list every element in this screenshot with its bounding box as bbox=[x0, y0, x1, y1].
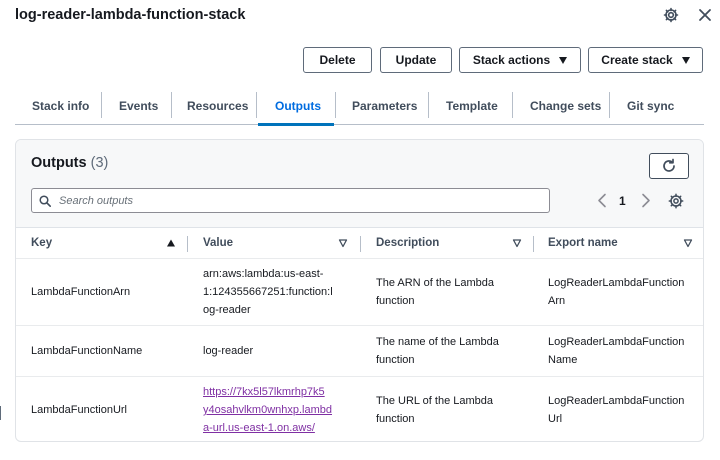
table-row: LambdaFunctionUrl https://7kx5l57lkmrhp7… bbox=[16, 376, 703, 441]
tab-resources[interactable]: Resources bbox=[187, 88, 248, 124]
close-icon[interactable] bbox=[696, 6, 714, 24]
tab-parameters[interactable]: Parameters bbox=[352, 88, 417, 124]
sort-icon[interactable] bbox=[512, 238, 522, 248]
active-tab-indicator bbox=[258, 123, 334, 126]
output-description: The name of the Lambda function bbox=[376, 336, 499, 366]
outputs-count: (3) bbox=[90, 155, 109, 171]
column-divider bbox=[187, 236, 188, 252]
delete-button-label: Delete bbox=[319, 53, 356, 67]
outputs-title: Outputs bbox=[31, 155, 87, 171]
sort-ascending-icon[interactable] bbox=[166, 238, 176, 248]
tab-events[interactable]: Events bbox=[119, 88, 158, 124]
page-title: log-reader-lambda-function-stack bbox=[15, 7, 246, 23]
update-button[interactable]: Update bbox=[380, 47, 452, 73]
table-row: LambdaFunctionName log-reader The name o… bbox=[16, 325, 703, 376]
column-header-description[interactable]: Description bbox=[376, 228, 439, 258]
output-key: LambdaFunctionName bbox=[31, 345, 143, 357]
delete-button[interactable]: Delete bbox=[303, 47, 372, 73]
create-stack-button[interactable]: Create stack bbox=[588, 47, 703, 73]
output-export-name: LogReaderLambdaFunction Name bbox=[548, 336, 685, 366]
tab-bar: Stack info Events Resources Outputs Para… bbox=[15, 88, 704, 126]
caret-down-icon bbox=[681, 56, 690, 64]
tab-divider bbox=[335, 92, 336, 118]
update-button-label: Update bbox=[395, 53, 437, 67]
stack-actions-button[interactable]: Stack actions bbox=[459, 47, 581, 73]
tab-change-sets[interactable]: Change sets bbox=[530, 88, 601, 124]
tab-stack-info[interactable]: Stack info bbox=[32, 88, 89, 124]
function-url-link[interactable]: https://7kx5l57lkmrhp7k5 y4osahvlkm0wnhxp… bbox=[203, 386, 332, 434]
chevron-left-icon[interactable] bbox=[597, 193, 607, 208]
tab-git-sync[interactable]: Git sync bbox=[627, 88, 674, 124]
column-divider bbox=[533, 236, 534, 252]
output-key: LambdaFunctionArn bbox=[31, 286, 131, 298]
chevron-right-icon[interactable] bbox=[641, 193, 651, 208]
search-icon bbox=[39, 194, 51, 207]
gear-icon[interactable] bbox=[662, 6, 680, 24]
column-header-value[interactable]: Value bbox=[203, 228, 233, 258]
search-field[interactable] bbox=[31, 188, 550, 213]
column-divider bbox=[360, 236, 361, 252]
resize-handle[interactable] bbox=[0, 406, 1, 420]
column-header-key[interactable]: Key bbox=[31, 228, 52, 258]
stack-actions-label: Stack actions bbox=[472, 53, 551, 67]
tab-divider bbox=[512, 92, 513, 118]
output-description: The ARN of the Lambda function bbox=[376, 277, 495, 307]
page-number[interactable]: 1 bbox=[619, 194, 626, 208]
sort-icon[interactable] bbox=[683, 238, 693, 248]
tab-divider bbox=[101, 92, 102, 118]
tab-divider bbox=[256, 92, 257, 118]
output-value: log-reader bbox=[203, 345, 254, 357]
search-input[interactable] bbox=[59, 194, 519, 207]
tab-template[interactable]: Template bbox=[446, 88, 498, 124]
output-description: The URL of the Lambda function bbox=[376, 395, 493, 425]
table-row: LambdaFunctionArn arn:aws:lambda:us-east… bbox=[16, 258, 703, 325]
sort-icon[interactable] bbox=[338, 238, 348, 248]
output-key: LambdaFunctionUrl bbox=[31, 404, 127, 416]
column-header-export-name[interactable]: Export name bbox=[548, 228, 618, 258]
refresh-icon bbox=[663, 158, 675, 172]
tab-outputs[interactable]: Outputs bbox=[275, 88, 321, 124]
tab-divider bbox=[428, 92, 429, 118]
outputs-panel-header bbox=[16, 140, 703, 228]
output-export-name: LogReaderLambdaFunction Arn bbox=[548, 277, 685, 307]
outputs-heading: Outputs (3) bbox=[31, 155, 108, 171]
outputs-panel: Outputs (3) 1 Key Value Description bbox=[15, 139, 704, 442]
tab-divider bbox=[609, 92, 610, 118]
tab-divider bbox=[171, 92, 172, 118]
create-stack-label: Create stack bbox=[601, 53, 673, 67]
refresh-button[interactable] bbox=[649, 153, 689, 179]
caret-down-icon bbox=[559, 56, 568, 64]
output-export-name: LogReaderLambdaFunction Url bbox=[548, 395, 685, 425]
output-value: arn:aws:lambda:us-east- 1:124355667251:f… bbox=[203, 268, 333, 316]
output-value-link[interactable]: https://7kx5l57lkmrhp7k5 y4osahvlkm0wnhxp… bbox=[203, 383, 332, 437]
table-settings-icon[interactable] bbox=[668, 193, 684, 209]
